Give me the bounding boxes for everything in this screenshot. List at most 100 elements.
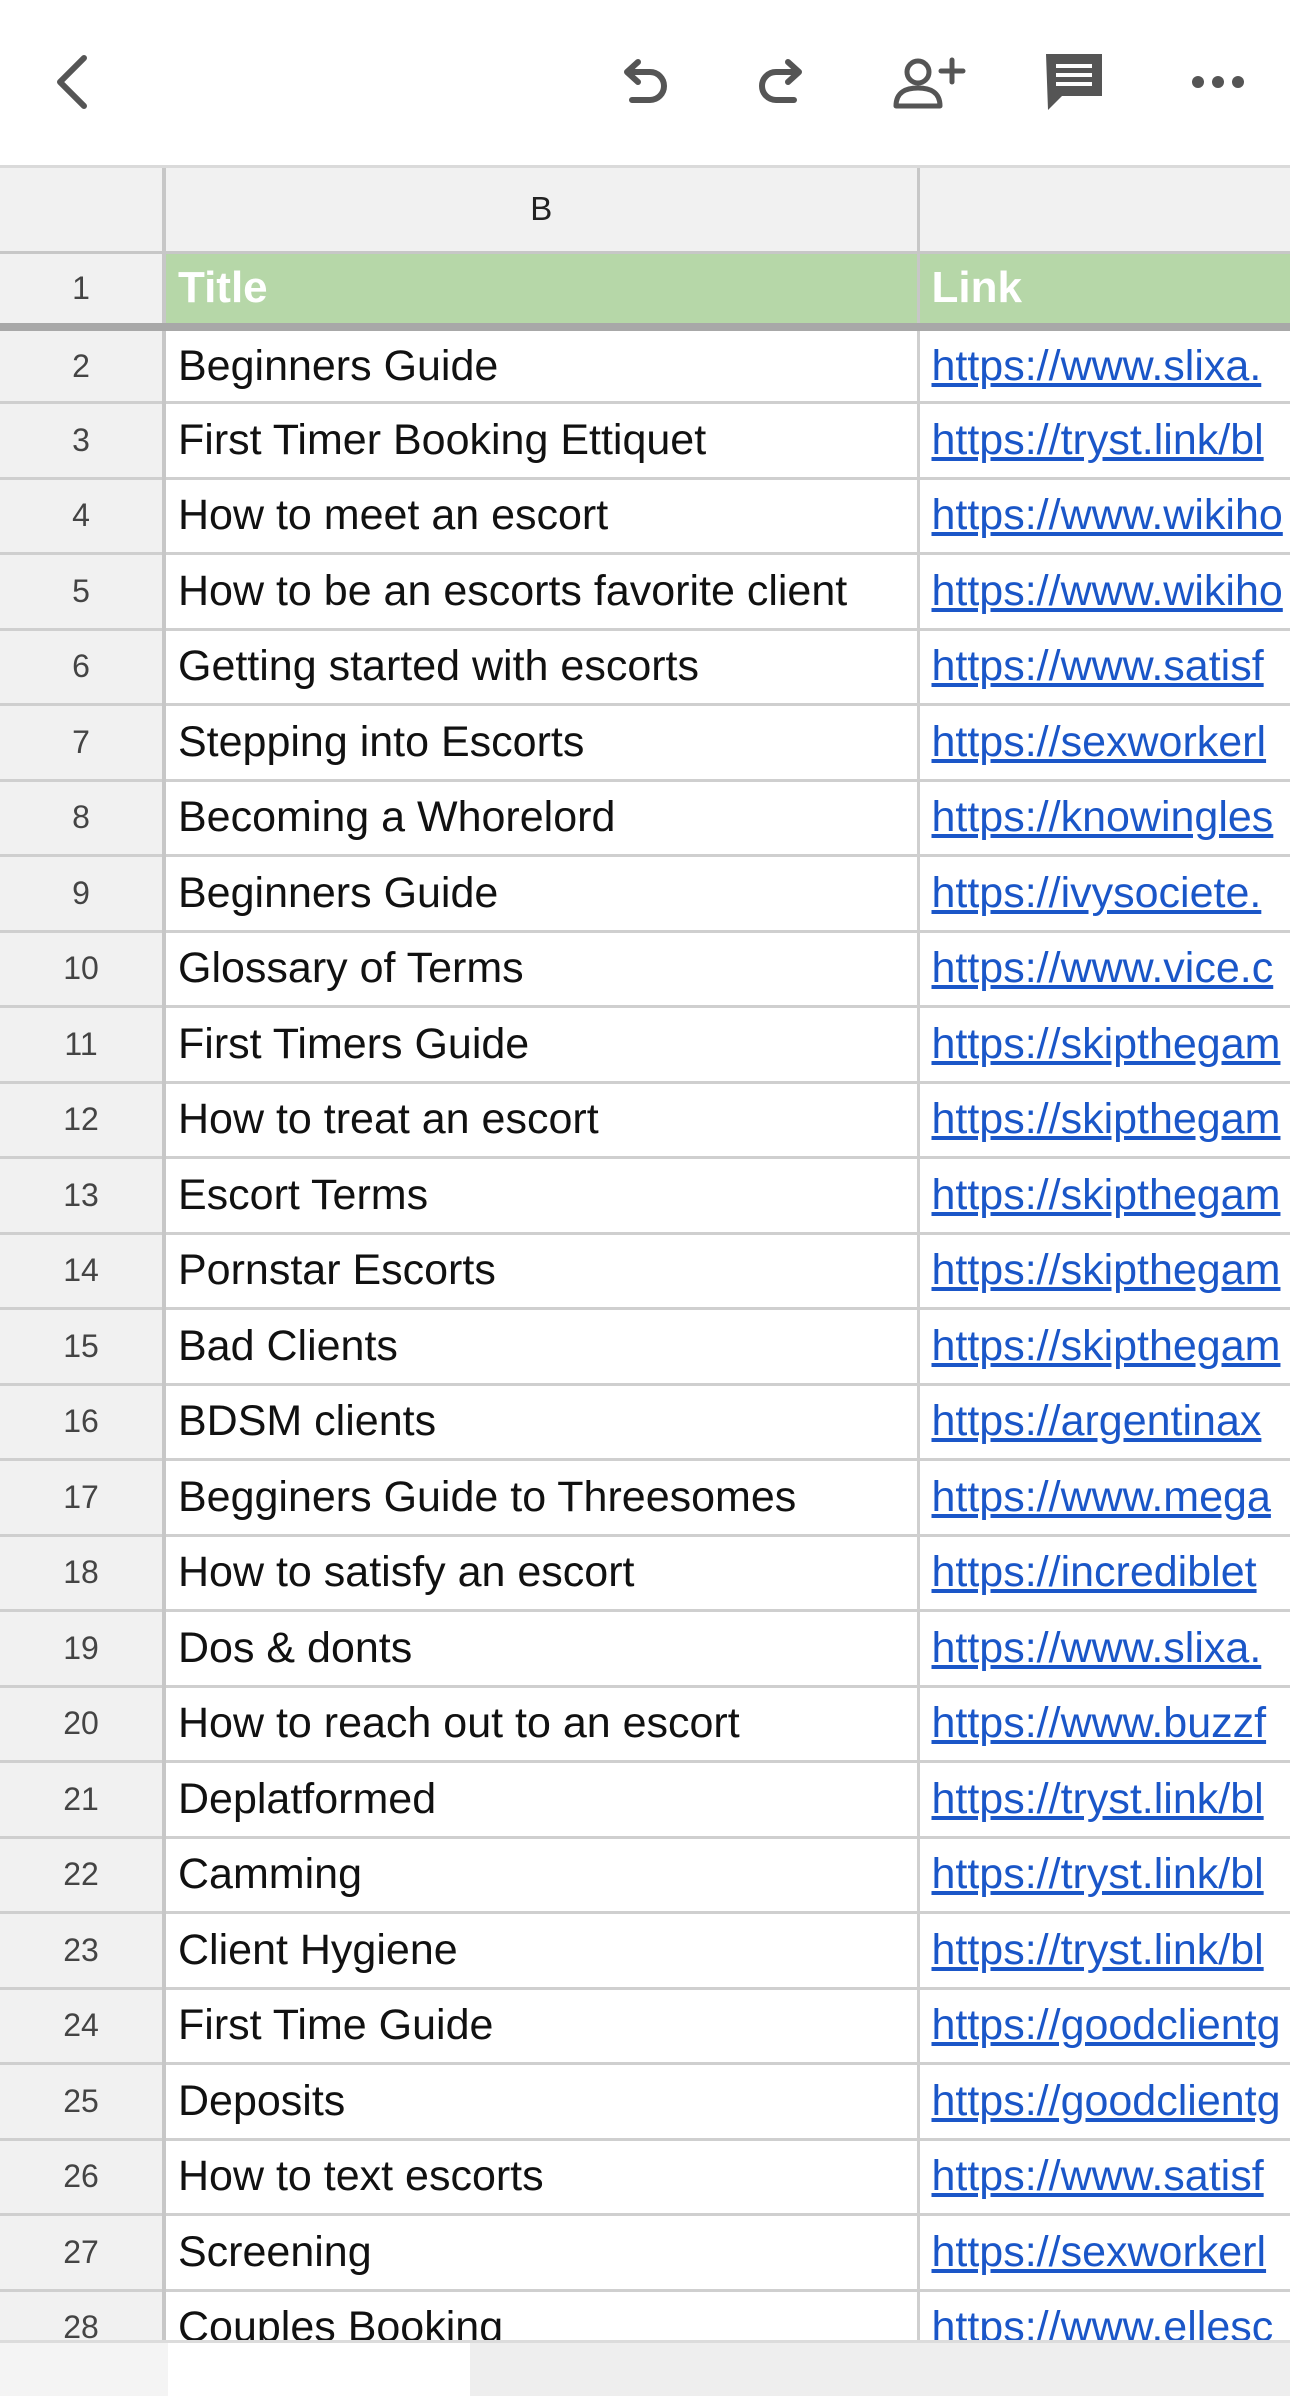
title-cell[interactable]: How to satisfy an escort: [164, 1535, 920, 1612]
row-number[interactable]: 17: [0, 1459, 166, 1537]
row-number[interactable]: 10: [0, 931, 166, 1008]
table-row: 16 BDSM clients https://argentinax: [0, 1384, 1290, 1461]
row-number[interactable]: 9: [0, 855, 166, 933]
sheet-tab[interactable]: [470, 2343, 1290, 2396]
link-cell[interactable]: https://www.buzzf: [918, 1686, 1290, 1763]
link-cell[interactable]: https://argentinax: [918, 1384, 1290, 1461]
title-cell[interactable]: First Time Guide: [164, 1988, 920, 2065]
title-cell[interactable]: Becoming a Whorelord: [164, 780, 920, 857]
title-cell[interactable]: Getting started with escorts: [164, 629, 920, 706]
sheet-tab[interactable]: [168, 2343, 472, 2396]
row-number[interactable]: 21: [0, 1761, 166, 1839]
title-cell[interactable]: Screening: [164, 2214, 920, 2292]
row-number[interactable]: 3: [0, 402, 166, 480]
title-cell[interactable]: Beginners Guide: [164, 855, 920, 933]
title-cell[interactable]: Bad Clients: [164, 1308, 920, 1386]
add-person-icon[interactable]: [880, 34, 976, 130]
row-number[interactable]: 5: [0, 553, 166, 631]
row-number[interactable]: 22: [0, 1837, 166, 1914]
row-number[interactable]: 26: [0, 2139, 166, 2216]
row-number[interactable]: 13: [0, 1157, 166, 1235]
redo-icon[interactable]: [736, 34, 832, 130]
title-cell[interactable]: First Timer Booking Ettiquet: [164, 402, 920, 480]
title-cell[interactable]: Deplatformed: [164, 1761, 920, 1839]
select-all-corner[interactable]: [0, 168, 166, 254]
undo-icon[interactable]: [594, 34, 690, 130]
row-number[interactable]: 23: [0, 1912, 166, 1990]
link-cell[interactable]: https://www.satisf: [918, 2139, 1290, 2216]
row-number[interactable]: 12: [0, 1082, 166, 1159]
title-cell[interactable]: Dos & donts: [164, 1610, 920, 1688]
title-cell[interactable]: Couples Booking: [164, 2290, 920, 2340]
link-cell[interactable]: https://knowingles: [918, 780, 1290, 857]
title-cell[interactable]: Client Hygiene: [164, 1912, 920, 1990]
row-number[interactable]: 2: [0, 327, 166, 404]
row-number[interactable]: 8: [0, 780, 166, 857]
row-number[interactable]: 19: [0, 1610, 166, 1688]
title-cell[interactable]: First Timers Guide: [164, 1006, 920, 1084]
row-number[interactable]: 14: [0, 1233, 166, 1310]
row-number[interactable]: 1: [0, 252, 166, 331]
link-cell[interactable]: https://www.wikiho: [918, 553, 1290, 631]
title-cell[interactable]: Pornstar Escorts: [164, 1233, 920, 1310]
link-cell[interactable]: https://ivysociete.: [918, 855, 1290, 933]
title-cell[interactable]: How to text escorts: [164, 2139, 920, 2216]
row-number[interactable]: 27: [0, 2214, 166, 2292]
back-icon[interactable]: [24, 34, 120, 130]
link-cell[interactable]: https://tryst.link/bl: [918, 402, 1290, 480]
spreadsheet-grid[interactable]: B 1 Title Link 2 Beginners Guide https://w…: [0, 168, 1290, 2340]
row-number[interactable]: 25: [0, 2063, 166, 2141]
row-number[interactable]: 28: [0, 2290, 166, 2340]
link-cell[interactable]: https://sexworkerl: [918, 2214, 1290, 2292]
row-number[interactable]: 20: [0, 1686, 166, 1763]
link-cell[interactable]: https://tryst.link/bl: [918, 1837, 1290, 1914]
link-cell[interactable]: https://goodclientg: [918, 1988, 1290, 2065]
title-cell[interactable]: Camming: [164, 1837, 920, 1914]
link-cell[interactable]: https://www.ellesc: [918, 2290, 1290, 2340]
row-number[interactable]: 11: [0, 1006, 166, 1084]
title-cell[interactable]: How to meet an escort: [164, 478, 920, 555]
row-number[interactable]: 24: [0, 1988, 166, 2065]
row-number[interactable]: 6: [0, 629, 166, 706]
title-cell[interactable]: How to be an escorts favorite client: [164, 553, 920, 631]
link-cell[interactable]: https://www.mega: [918, 1459, 1290, 1537]
link-cell[interactable]: https://skipthegam: [918, 1082, 1290, 1159]
link-cell[interactable]: https://skipthegam: [918, 1233, 1290, 1310]
title-cell[interactable]: BDSM clients: [164, 1384, 920, 1461]
link-cell[interactable]: https://goodclientg: [918, 2063, 1290, 2141]
more-icon[interactable]: [1170, 34, 1266, 130]
title-cell[interactable]: How to treat an escort: [164, 1082, 920, 1159]
column-header-c[interactable]: [918, 168, 1290, 254]
row-number[interactable]: 7: [0, 704, 166, 782]
row-number[interactable]: 16: [0, 1384, 166, 1461]
row-number[interactable]: 4: [0, 478, 166, 555]
link-cell[interactable]: https://www.wikiho: [918, 478, 1290, 555]
title-cell[interactable]: Deposits: [164, 2063, 920, 2141]
link-cell[interactable]: https://tryst.link/bl: [918, 1912, 1290, 1990]
link-cell[interactable]: https://www.satisf: [918, 629, 1290, 706]
title-header-cell[interactable]: Title: [164, 252, 920, 331]
table-row: 5 How to be an escorts favorite client htt…: [0, 553, 1290, 631]
link-header-cell[interactable]: Link: [918, 252, 1290, 331]
row-number[interactable]: 18: [0, 1535, 166, 1612]
link-cell[interactable]: https://tryst.link/bl: [918, 1761, 1290, 1839]
sheet-tab[interactable]: [0, 2343, 170, 2396]
link-cell[interactable]: https://incrediblet: [918, 1535, 1290, 1612]
link-cell[interactable]: https://skipthegam: [918, 1157, 1290, 1235]
link-cell[interactable]: https://www.vice.c: [918, 931, 1290, 1008]
title-cell[interactable]: Beginners Guide: [164, 327, 920, 404]
link-cell[interactable]: https://www.slixa.: [918, 327, 1290, 404]
link-cell[interactable]: https://sexworkerl: [918, 704, 1290, 782]
row-number[interactable]: 15: [0, 1308, 166, 1386]
table-row: 19 Dos & donts https://www.slixa.: [0, 1610, 1290, 1688]
comment-icon[interactable]: [1026, 34, 1122, 130]
link-cell[interactable]: https://www.slixa.: [918, 1610, 1290, 1688]
link-cell[interactable]: https://skipthegam: [918, 1308, 1290, 1386]
title-cell[interactable]: Escort Terms: [164, 1157, 920, 1235]
column-header-b[interactable]: B: [164, 168, 920, 254]
link-cell[interactable]: https://skipthegam: [918, 1006, 1290, 1084]
title-cell[interactable]: Stepping into Escorts: [164, 704, 920, 782]
title-cell[interactable]: Begginers Guide to Threesomes: [164, 1459, 920, 1537]
title-cell[interactable]: How to reach out to an escort: [164, 1686, 920, 1763]
title-cell[interactable]: Glossary of Terms: [164, 931, 920, 1008]
